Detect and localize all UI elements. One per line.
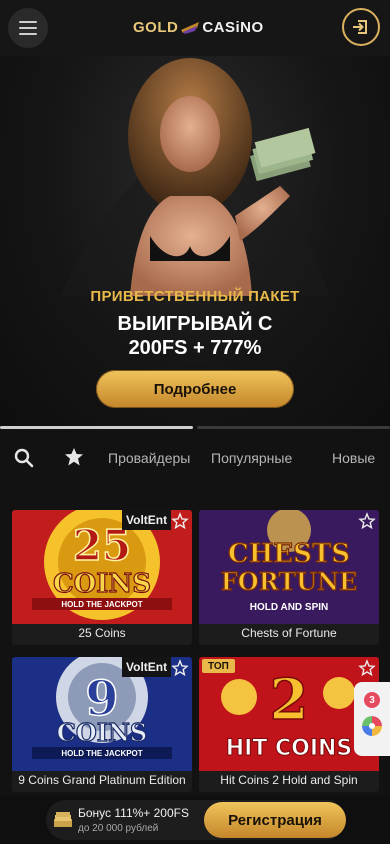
notification-count: 3 — [364, 692, 380, 708]
favorite-star-icon[interactable] — [171, 659, 189, 677]
art-sub: FORTUNE — [221, 567, 358, 596]
game-name: Hit Coins 2 Hold and Spin — [220, 773, 358, 787]
game-card[interactable]: 25 COINS HOLD THE JACKPOT VoltEnt 25 Coi… — [12, 510, 192, 645]
art-sub: COINS — [53, 569, 151, 599]
login-button[interactable] — [342, 8, 380, 46]
carousel-dot[interactable] — [197, 426, 390, 429]
filter-popular[interactable]: Популярные — [211, 450, 292, 466]
favorite-star-icon[interactable] — [358, 512, 376, 530]
game-card[interactable]: CHESTS FORTUNE HOLD AND SPIN Chests of F… — [199, 510, 379, 645]
logo[interactable]: GOLD CASiNO — [133, 16, 264, 38]
game-name: Chests of Fortune — [241, 626, 337, 640]
bottom-bar: Бонус 111%+ 200FS до 20 000 рублей Регис… — [0, 796, 390, 844]
game-filters: Провайдеры Популярные Новые — [0, 438, 390, 478]
provider-label: VoltEnt — [122, 657, 172, 677]
promo-eyebrow: ПРИВЕТСТВЕННЫЙ ПАКЕТ — [90, 288, 300, 305]
menu-button[interactable] — [8, 8, 48, 48]
art-sub: HIT COINS — [226, 736, 353, 761]
art-sub: COINS — [57, 718, 148, 747]
logo-mark-icon — [181, 20, 200, 34]
top-header: GOLD CASiNO — [0, 0, 390, 56]
login-icon — [353, 20, 367, 34]
favorite-star-icon[interactable] — [358, 659, 376, 677]
promo-model-image — [60, 58, 330, 296]
filter-new[interactable]: Новые — [332, 450, 375, 466]
game-art-hit-coins-2: 2 HIT COINS — [199, 657, 379, 771]
provider-label: VoltEnt — [122, 510, 172, 530]
game-card[interactable]: 9 COINS HOLD THE JACKPOT VoltEnt 9 Coins… — [12, 657, 192, 792]
art-tag: HOLD THE JACKPOT — [61, 600, 142, 609]
art-tag: HOLD AND SPIN — [250, 602, 329, 613]
game-art-chests-of-fortune: CHESTS FORTUNE HOLD AND SPIN — [199, 510, 379, 624]
promo-title: ВЫИГРЫВАЙ С 200FS + 777% — [117, 313, 273, 359]
money-stack-icon — [54, 812, 72, 827]
bonus-subtitle: до 20 000 рублей — [78, 823, 159, 834]
carousel-dot-active[interactable] — [0, 426, 193, 429]
bonus-offer[interactable]: Бонус 111%+ 200FS до 20 000 рублей Регис… — [46, 800, 346, 840]
more-details-button[interactable]: Подробнее — [96, 370, 294, 408]
bonus-title: Бонус 111%+ 200FS — [78, 806, 189, 820]
game-name: 25 Coins — [78, 626, 126, 640]
promo-banner[interactable]: ПРИВЕТСТВЕННЫЙ ПАКЕТ ВЫИГРЫВАЙ С 200FS +… — [0, 56, 390, 426]
search-icon[interactable] — [14, 448, 34, 468]
art-title: 2 — [270, 667, 309, 733]
top-badge: ТОП — [202, 659, 235, 673]
art-tag: HOLD THE JACKPOT — [61, 749, 142, 758]
star-icon[interactable] — [64, 447, 84, 467]
register-button[interactable]: Регистрация — [204, 802, 346, 838]
filter-providers[interactable]: Провайдеры — [108, 450, 190, 466]
bonus-wheel-widget[interactable]: 3 — [354, 682, 390, 756]
carousel-indicator — [0, 426, 390, 430]
art-title: CHESTS — [228, 539, 350, 569]
game-card[interactable]: 2 HIT COINS ТОП Hit Coins 2 Hold and Spi… — [199, 657, 379, 792]
favorite-star-icon[interactable] — [171, 512, 189, 530]
game-name: 9 Coins Grand Platinum Edition — [18, 773, 186, 787]
wheel-icon — [362, 716, 382, 736]
